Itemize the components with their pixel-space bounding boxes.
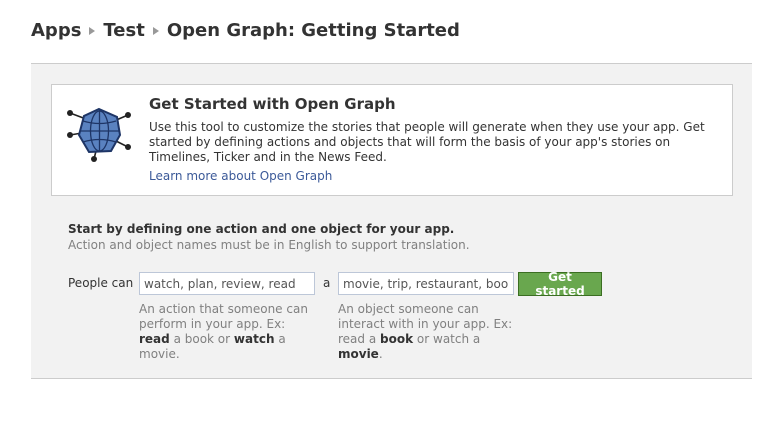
action-help-mid: a book or: [173, 332, 231, 346]
breadcrumb-apps[interactable]: Apps: [31, 20, 81, 41]
people-can-label: People can: [68, 276, 134, 290]
action-example-read: read: [139, 332, 170, 346]
breadcrumb: Apps Test Open Graph: Getting Started: [31, 20, 460, 41]
intro-title: Get Started with Open Graph: [149, 95, 396, 113]
object-input[interactable]: [338, 272, 514, 295]
learn-more-link[interactable]: Learn more about Open Graph: [149, 169, 332, 183]
object-help-mid: or watch a: [416, 332, 481, 346]
object-example-book: book: [380, 332, 414, 346]
page-title: Open Graph: Getting Started: [166, 20, 460, 41]
instructions-subtitle: Action and object names must be in Engli…: [68, 238, 470, 252]
instructions-title: Start by defining one action and one obj…: [68, 222, 455, 236]
action-input[interactable]: [139, 272, 315, 295]
getting-started-panel: Get Started with Open Graph Use this too…: [31, 63, 752, 379]
breadcrumb-arrow-icon: [89, 26, 96, 35]
intro-box: Get Started with Open Graph Use this too…: [51, 84, 733, 196]
get-started-button[interactable]: Get started: [518, 270, 602, 298]
object-example-movie: movie: [338, 347, 379, 361]
connector-label: a: [323, 276, 331, 290]
action-help-text: An action that someone can perform in yo…: [139, 302, 314, 362]
breadcrumb-arrow-icon: [152, 26, 159, 35]
action-help-line: An action that someone can perform in yo…: [139, 302, 308, 331]
action-example-watch: watch: [233, 332, 275, 346]
breadcrumb-test[interactable]: Test: [103, 20, 144, 41]
object-help-text: An object someone can interact with in y…: [338, 302, 513, 362]
object-help-tail: .: [378, 347, 383, 361]
intro-description: Use this tool to customize the stories t…: [149, 120, 705, 164]
open-graph-globe-icon: [67, 107, 131, 162]
